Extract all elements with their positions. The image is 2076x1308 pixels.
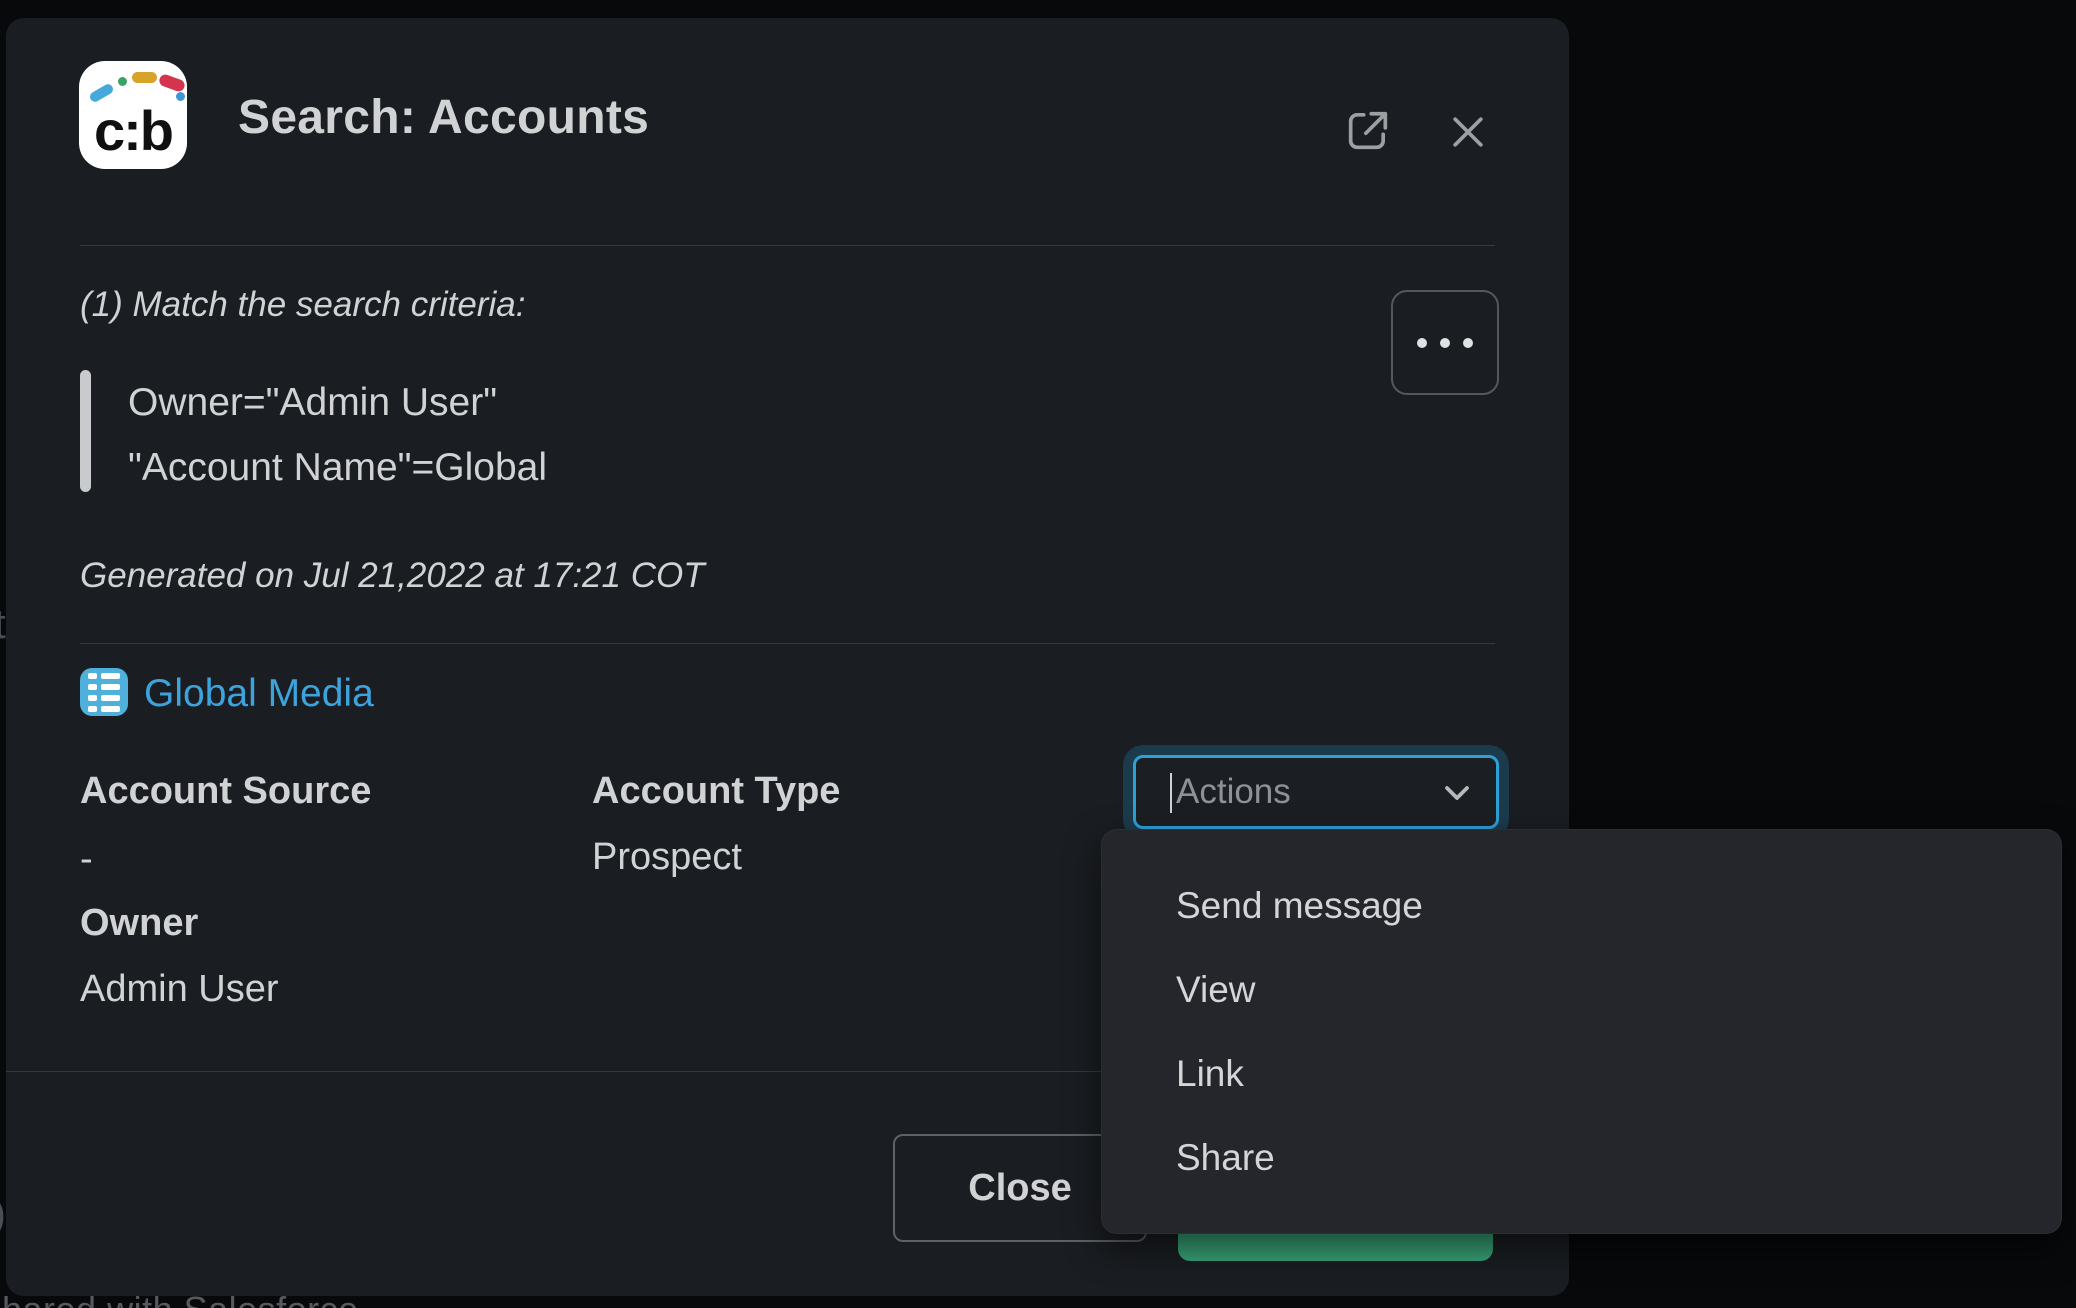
ellipsis-dot [1417,338,1427,348]
field-label-account-type: Account Type [592,770,840,813]
actions-dropdown[interactable]: Actions [1133,755,1499,829]
logo-arc-dash [132,72,157,83]
menu-item-share[interactable]: Share [1102,1116,2061,1200]
text-cursor [1170,773,1172,813]
field-value-owner: Admin User [80,968,279,1011]
logo-arc-dot [118,77,127,86]
record-list-icon [80,668,128,716]
logo-text: c:b [79,98,187,163]
field-value-account-source: - [80,838,93,881]
record-link-global-media[interactable]: Global Media [144,672,374,716]
close-icon[interactable] [1446,110,1490,154]
criteria-line: Owner="Admin User" [128,370,547,435]
more-options-button[interactable] [1391,290,1499,395]
ellipsis-dot [1440,338,1450,348]
section-divider [80,643,1495,644]
header-divider [80,245,1495,246]
background-edge-fragment: t [0,600,6,648]
modal-title: Search: Accounts [238,90,649,145]
field-label-account-source: Account Source [80,770,371,813]
menu-item-send-message[interactable]: Send message [1102,864,2061,948]
app-logo-icon: c:b [79,61,187,169]
blockquote-bar [80,370,91,492]
criteria-line: "Account Name"=Global [128,435,547,500]
chevron-down-icon [1442,782,1472,809]
actions-dropdown-value: Actions [1176,772,1291,812]
close-button-label: Close [968,1167,1071,1210]
criteria-blockquote: Owner="Admin User" "Account Name"=Global [128,370,547,500]
menu-item-view[interactable]: View [1102,948,2061,1032]
ellipsis-dot [1463,338,1473,348]
menu-item-link[interactable]: Link [1102,1032,2061,1116]
field-value-account-type: Prospect [592,836,742,879]
generated-timestamp: Generated on Jul 21,2022 at 17:21 COT [80,556,705,596]
open-external-icon[interactable] [1342,104,1394,156]
logo-arc-dash [158,73,187,93]
screen: hared with Salesforce... t ) c:b Search:… [0,0,2076,1308]
criteria-heading: (1) Match the search criteria: [80,285,525,325]
actions-menu: Send message View Link Share [1101,829,2062,1234]
field-label-owner: Owner [80,902,198,945]
